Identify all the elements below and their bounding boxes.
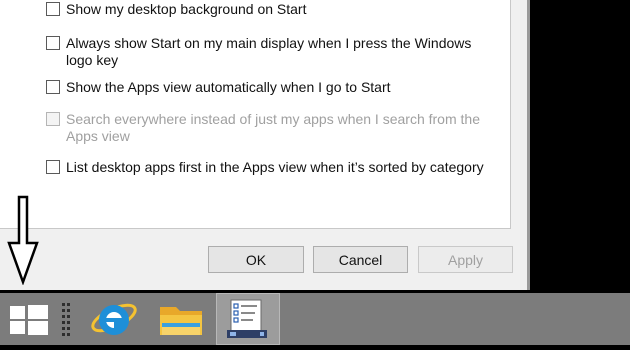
internet-explorer-icon xyxy=(91,303,137,335)
option-label: Show the Apps view automatically when I … xyxy=(66,79,391,95)
option-list-desktop-apps-first[interactable]: List desktop apps first in the Apps view… xyxy=(46,159,496,176)
file-explorer-icon xyxy=(160,307,202,335)
properties-dialog: Show my desktop background on Start Alwa… xyxy=(0,0,527,290)
option-show-desktop-background[interactable]: Show my desktop background on Start xyxy=(46,1,496,18)
option-label: Search everywhere instead of just my app… xyxy=(66,111,480,144)
option-search-everywhere: Search everywhere instead of just my app… xyxy=(46,111,496,145)
apply-button: Apply xyxy=(418,246,513,273)
navigation-options-panel: Show my desktop background on Start Alwa… xyxy=(0,0,511,229)
dialog-border xyxy=(527,0,530,290)
cancel-button[interactable]: Cancel xyxy=(313,246,408,273)
option-show-apps-view[interactable]: Show the Apps view automatically when I … xyxy=(46,79,496,96)
taskbar-item-internet-explorer[interactable] xyxy=(82,293,146,345)
option-label: Always show Start on my main display whe… xyxy=(66,35,472,68)
ok-button[interactable]: OK xyxy=(208,246,304,273)
taskbar xyxy=(0,293,630,345)
taskbar-item-file-explorer[interactable] xyxy=(148,293,214,345)
windows-logo-icon xyxy=(10,303,70,336)
option-always-show-start[interactable]: Always show Start on my main display whe… xyxy=(46,35,496,69)
option-label: Show my desktop background on Start xyxy=(66,1,307,17)
start-button[interactable] xyxy=(0,293,80,345)
checkbox-always-show-start[interactable] xyxy=(46,36,60,50)
option-label: List desktop apps first in the Apps view… xyxy=(66,159,484,175)
checkbox-list-desktop-apps-first[interactable] xyxy=(46,160,60,174)
checkbox-show-desktop-background[interactable] xyxy=(46,2,60,16)
taskbar-item-properties[interactable] xyxy=(216,293,280,345)
checkbox-show-apps-view[interactable] xyxy=(46,80,60,94)
taskbar-properties-icon xyxy=(227,299,267,338)
checkbox-search-everywhere xyxy=(46,112,60,126)
down-arrow-annotation xyxy=(7,195,39,285)
